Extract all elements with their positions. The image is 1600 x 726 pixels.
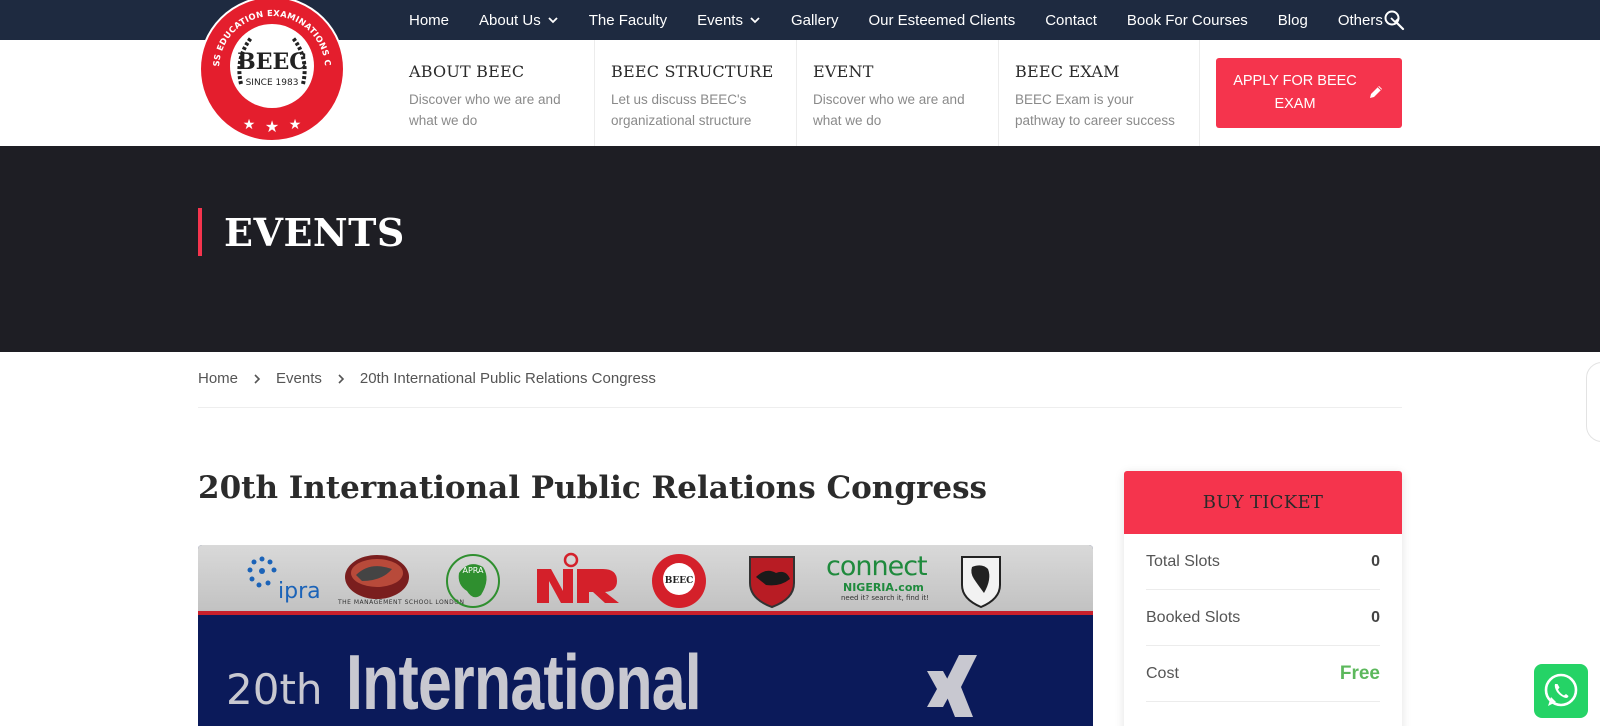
ticket-cost-value: Free	[1339, 662, 1380, 684]
svg-text:★: ★	[243, 116, 256, 132]
nav-item-events[interactable]: Events	[697, 12, 761, 29]
nav-label: Others	[1337, 11, 1383, 29]
breadcrumb: Home Events 20th International Public Re…	[198, 370, 656, 387]
logo-since-text: SINCE 1983	[246, 78, 299, 88]
ticket-row-label: Cost	[1146, 664, 1179, 682]
nav-item-book-for-courses[interactable]: Book For Courses	[1127, 12, 1248, 29]
shield-logo	[749, 556, 795, 609]
buy-ticket-header[interactable]: BUY TICKET	[1124, 471, 1402, 534]
info-description: BEEC Exam is your pathway to career succ…	[1015, 92, 1175, 128]
beec-partner-logo: BEEC	[652, 554, 706, 608]
nav-item-esteemed-clients[interactable]: Our Esteemed Clients	[868, 12, 1015, 29]
ipra-logo	[247, 556, 277, 588]
whatsapp-icon	[1544, 673, 1578, 707]
whatsapp-chat-button[interactable]	[1534, 664, 1588, 718]
ticket-row-total-slots: Total Slots 0	[1146, 534, 1380, 590]
beec-logo[interactable]: BUSINESS EDUCATION EXAMINATIONS COUNCIL …	[197, 0, 347, 142]
apra-logo: APRA	[446, 554, 500, 608]
info-description: Discover who we are and what we do	[409, 92, 561, 128]
pencil-icon	[1370, 86, 1382, 98]
nav-label: Blog	[1277, 11, 1308, 29]
info-description: Discover who we are and what we do	[813, 92, 965, 128]
ticket-row-booked-slots: Booked Slots 0	[1146, 590, 1380, 646]
ticket-row-value: 0	[1371, 552, 1380, 570]
info-beec-exam[interactable]: BEEC EXAM BEEC Exam is your pathway to c…	[998, 40, 1200, 146]
info-title: EVENT	[813, 62, 874, 81]
poster-headline-text: International	[346, 638, 702, 726]
poster-number-text: 20th	[226, 665, 323, 714]
svg-text:★: ★	[265, 119, 279, 136]
connect-nigeria-tagline: need it? search it, find it!	[841, 594, 929, 602]
event-poster-image: ipra THE MANAGEMENT SCHOOL LONDON APRA B…	[198, 545, 1093, 726]
nav-item-gallery[interactable]: Gallery	[791, 12, 839, 29]
chevron-right-icon	[254, 373, 261, 384]
apply-for-beec-exam-button[interactable]: APPLY FOR BEEC EXAM	[1216, 58, 1402, 128]
ipra-logo-text: ipra	[278, 579, 321, 604]
info-event[interactable]: EVENT Discover who we are and what we do	[796, 40, 998, 146]
ticket-row-value: 0	[1371, 608, 1380, 626]
xing-icon	[927, 655, 977, 717]
nav-item-about-us[interactable]: About Us	[479, 12, 559, 29]
connect-nigeria-logo-text: connect	[826, 551, 928, 582]
banner-accent-bar	[198, 208, 202, 256]
info-about-beec[interactable]: ABOUT BEEC Discover who we are and what …	[409, 40, 595, 146]
nav-item-blog[interactable]: Blog	[1278, 12, 1308, 29]
breadcrumb-divider	[198, 407, 1402, 408]
svg-text:APRA: APRA	[462, 566, 484, 575]
chevron-down-icon	[548, 17, 558, 24]
info-title: BEEC EXAM	[1015, 62, 1120, 81]
info-title: ABOUT BEEC	[409, 62, 525, 81]
search-icon[interactable]	[1383, 9, 1405, 31]
nav-label: Book For Courses	[1126, 11, 1248, 29]
nav-label: Gallery	[790, 11, 839, 29]
ticket-card: BUY TICKET Total Slots 0 Booked Slots 0 …	[1124, 471, 1402, 726]
event-title: 20th International Public Relations Cong…	[198, 470, 987, 506]
chevron-down-icon	[750, 17, 760, 24]
page-title: EVENTS	[224, 210, 405, 255]
nav-item-home[interactable]: Home	[409, 12, 449, 29]
main-navigation: Home About Us The Faculty Events Gallery…	[409, 0, 1431, 40]
nav-label: Home	[409, 11, 450, 29]
nav-label: Contact	[1045, 11, 1097, 29]
nav-label: About Us	[479, 11, 541, 29]
nav-item-contact[interactable]: Contact	[1045, 12, 1097, 29]
chevron-right-icon	[338, 373, 345, 384]
partner-logo-strip: ipra THE MANAGEMENT SCHOOL LONDON APRA B…	[198, 545, 1093, 615]
info-title: BEEC STRUCTURE	[611, 62, 774, 81]
info-beec-structure[interactable]: BEEC STRUCTURE Let us discuss BEEC's org…	[594, 40, 796, 146]
nav-label: Events	[697, 11, 743, 29]
nav-label: The Faculty	[588, 11, 668, 29]
page-banner: EVENTS	[0, 146, 1600, 352]
africa-shield-logo	[961, 556, 1001, 609]
connect-nigeria-sub-text: NIGERIA.com	[843, 581, 924, 594]
svg-text:BEEC: BEEC	[665, 576, 694, 586]
apply-button-label: APPLY FOR BEEC EXAM	[1233, 73, 1357, 112]
breadcrumb-events[interactable]: Events	[276, 370, 322, 387]
ticket-row-cost: Cost Free	[1146, 646, 1380, 702]
nav-item-the-faculty[interactable]: The Faculty	[589, 12, 667, 29]
nav-label: Our Esteemed Clients	[868, 11, 1016, 29]
breadcrumb-home[interactable]: Home	[198, 370, 238, 387]
nipr-logo	[537, 552, 619, 603]
ticket-row-label: Total Slots	[1146, 552, 1220, 570]
logo-text: BEEC	[237, 49, 307, 75]
side-panel-tab[interactable]	[1586, 362, 1600, 442]
info-description: Let us discuss BEEC's organizational str…	[611, 92, 752, 128]
breadcrumb-current: 20th International Public Relations Cong…	[359, 370, 656, 387]
ticket-row-label: Booked Slots	[1146, 608, 1241, 626]
svg-text:★: ★	[289, 116, 302, 132]
